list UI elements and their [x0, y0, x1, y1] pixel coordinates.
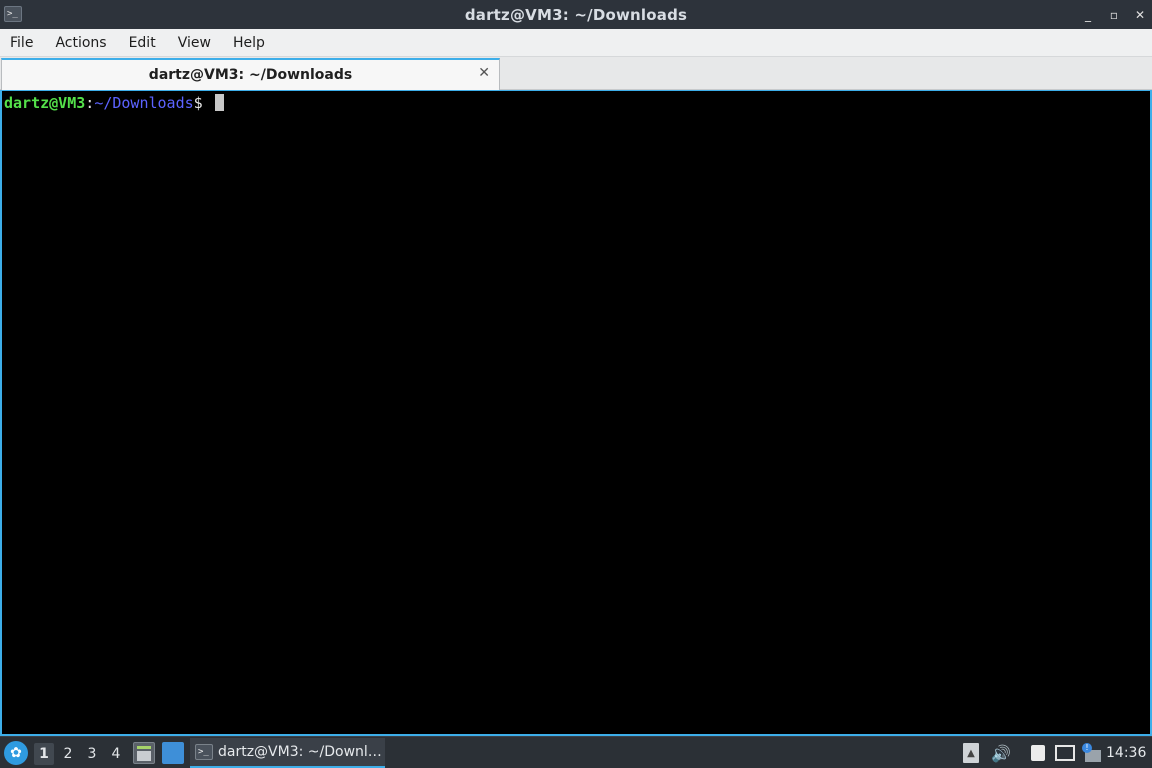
volume-icon[interactable]: 🔊 [990, 743, 1012, 763]
menu-actions[interactable]: Actions [47, 35, 114, 51]
text-cursor [214, 94, 224, 111]
update-notifier-icon[interactable]: ! [1080, 743, 1102, 763]
file-manager-icon[interactable] [133, 742, 155, 764]
window-titlebar[interactable]: >_ dartz@VM3: ~/Downloads _ ▫ ✕ [0, 0, 1152, 29]
menu-file[interactable]: File [2, 35, 41, 51]
clipboard-icon[interactable] [1028, 743, 1048, 763]
prompt-path: ~/Downloads [94, 94, 194, 112]
show-desktop-icon[interactable] [162, 742, 184, 764]
taskbar-task-terminal[interactable]: >_ dartz@VM3: ~/Downl… [190, 738, 385, 768]
menu-bar: File Actions Edit View Help [0, 29, 1152, 57]
menu-edit[interactable]: Edit [121, 35, 164, 51]
terminal-icon: >_ [195, 744, 213, 760]
tray-expand-icon[interactable]: ▲ [963, 743, 979, 763]
tab-label: dartz@VM3: ~/Downloads [148, 67, 353, 83]
desktop-switch-4[interactable]: 4 [106, 743, 126, 765]
menu-view[interactable]: View [170, 35, 219, 51]
prompt-line: dartz@VM3:~/Downloads$ [4, 94, 224, 112]
network-icon[interactable] [1055, 743, 1075, 763]
desktop-switch-2[interactable]: 2 [58, 743, 78, 765]
terminal-area[interactable]: dartz@VM3:~/Downloads$ [0, 90, 1152, 736]
window-title: dartz@VM3: ~/Downloads [464, 5, 688, 24]
minimize-button[interactable]: _ [1082, 8, 1094, 22]
prompt-symbol: $ [193, 94, 203, 112]
update-badge: ! [1082, 743, 1092, 753]
prompt-user-host: dartz@VM3 [4, 94, 86, 112]
start-menu-icon[interactable]: ✿ [4, 741, 28, 765]
menu-help[interactable]: Help [225, 35, 273, 51]
terminal-icon[interactable]: >_ [4, 6, 22, 22]
tab-terminal[interactable]: dartz@VM3: ~/Downloads ✕ [1, 58, 500, 90]
tab-close-icon[interactable]: ✕ [478, 65, 490, 81]
desktop-switch-3[interactable]: 3 [82, 743, 102, 765]
window-controls: _ ▫ ✕ [1082, 0, 1146, 29]
prompt-colon: : [85, 94, 95, 112]
desktop-switch-1[interactable]: 1 [34, 743, 54, 765]
clock[interactable]: 14:36 [1106, 737, 1146, 768]
task-label: dartz@VM3: ~/Downl… [218, 744, 382, 760]
taskbar: ✿ 1 2 3 4 >_ dartz@VM3: ~/Downl… ▲ 🔊 ! 1… [0, 736, 1152, 768]
close-button[interactable]: ✕ [1134, 8, 1146, 22]
maximize-button[interactable]: ▫ [1108, 8, 1120, 22]
tab-bar: dartz@VM3: ~/Downloads ✕ [0, 57, 1152, 90]
